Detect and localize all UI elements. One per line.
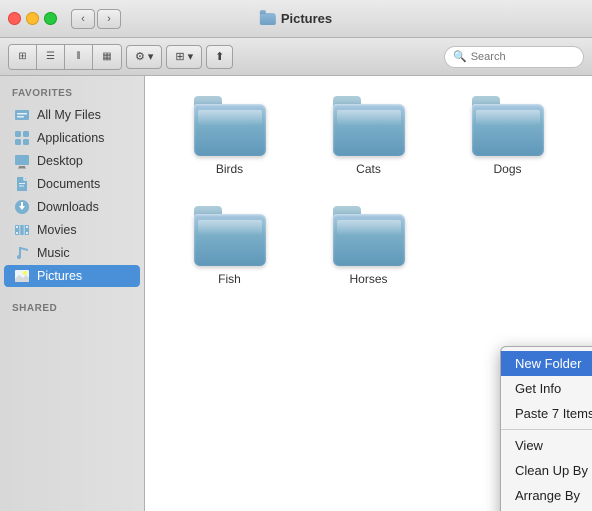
title-folder-icon [260,13,276,25]
arrange-by-label: Arrange By [515,488,580,503]
sidebar-item-downloads[interactable]: Downloads [4,196,140,218]
search-box[interactable]: 🔍 [444,46,584,68]
shared-section: Shared [0,299,144,318]
file-name: Fish [218,272,241,286]
folder-body [333,104,405,156]
list-view-button[interactable]: ☰ [37,45,65,69]
sidebar-item-pictures[interactable]: Pictures [4,265,140,287]
context-menu-paste-items[interactable]: Paste 7 Items [501,401,592,426]
file-item-fish[interactable]: Fish [165,206,294,286]
folder-body [194,214,266,266]
nav-buttons: ‹ › [71,9,121,29]
arrange-button[interactable]: ⊞ ▾ [166,45,202,69]
shared-label: Shared [0,299,144,318]
sidebar-item-label: Desktop [37,154,83,168]
gear-icon: ⚙ [135,50,145,63]
folder-body [194,104,266,156]
window-title: Pictures [260,11,332,26]
folder-body [472,104,544,156]
paste-items-label: Paste 7 Items [515,406,592,421]
column-view-button[interactable]: ⦀ [65,45,93,69]
title-label: Pictures [281,11,332,26]
minimize-button[interactable] [26,12,39,25]
close-button[interactable] [8,12,21,25]
sidebar-item-desktop[interactable]: Desktop [4,150,140,172]
context-menu-arrange-by[interactable]: Arrange By ▶ [501,483,592,508]
get-info-label: Get Info [515,381,561,396]
coverflow-view-button[interactable]: ▦ [93,45,121,69]
sidebar-item-label: All My Files [37,108,101,122]
view-label: View [515,438,543,453]
folder-icon [333,206,405,266]
file-name: Horses [349,272,387,286]
folder-shine [198,220,262,236]
share-button[interactable]: ⬆ [206,45,233,69]
downloads-icon [14,199,30,215]
main-content: Favorites All My Files Applications Desk… [0,76,592,511]
titlebar: ‹ › Pictures [0,0,592,38]
favorites-label: Favorites [0,84,144,103]
share-icon: ⬆ [215,50,224,63]
forward-button[interactable]: › [97,9,121,29]
arrange-icon: ⊞ [175,50,184,63]
back-button[interactable]: ‹ [71,9,95,29]
traffic-lights [8,12,57,25]
new-folder-label: New Folder [515,356,581,371]
folder-shine [476,110,540,126]
pictures-icon [14,268,30,284]
documents-icon [14,176,30,192]
movies-icon [14,222,30,238]
sidebar: Favorites All My Files Applications Desk… [0,76,145,511]
clean-up-by-label: Clean Up By [515,463,588,478]
folder-icon [333,96,405,156]
sidebar-item-label: Pictures [37,269,82,283]
sidebar-item-label: Documents [37,177,100,191]
file-item-birds[interactable]: Birds [165,96,294,176]
action-chevron: ▾ [148,50,154,63]
arrange-chevron: ▾ [188,50,194,63]
file-grid: Birds Cats Dogs [165,96,572,286]
folder-shine [337,220,401,236]
file-item-horses[interactable]: Horses [304,206,433,286]
sidebar-item-applications[interactable]: Applications [4,127,140,149]
context-menu-clean-up-by[interactable]: Clean Up By ▶ [501,458,592,483]
folder-icon [194,206,266,266]
music-icon [14,245,30,261]
desktop-icon [14,153,30,169]
context-menu-separator [501,429,592,430]
context-menu-view[interactable]: View ▶ [501,433,592,458]
file-name: Dogs [493,162,521,176]
folder-shine [198,110,262,126]
maximize-button[interactable] [44,12,57,25]
sidebar-item-label: Downloads [37,200,99,214]
search-input[interactable] [471,51,561,63]
sidebar-item-all-my-files[interactable]: All My Files [4,104,140,126]
sidebar-item-documents[interactable]: Documents [4,173,140,195]
sidebar-item-label: Movies [37,223,77,237]
toolbar: ⊞ ☰ ⦀ ▦ ⚙ ▾ ⊞ ▾ ⬆ 🔍 [0,38,592,76]
search-icon: 🔍 [453,50,467,63]
folder-icon [194,96,266,156]
folder-icon [472,96,544,156]
file-name: Birds [216,162,243,176]
file-item-cats[interactable]: Cats [304,96,433,176]
context-menu-get-info[interactable]: Get Info [501,376,592,401]
folder-shine [337,110,401,126]
applications-icon [14,130,30,146]
sidebar-item-label: Applications [37,131,104,145]
file-name: Cats [356,162,381,176]
all-my-files-icon [14,107,30,123]
sidebar-item-label: Music [37,246,70,260]
file-area: Birds Cats Dogs [145,76,592,511]
file-item-dogs[interactable]: Dogs [443,96,572,176]
folder-body [333,214,405,266]
view-buttons: ⊞ ☰ ⦀ ▦ [8,44,122,70]
sidebar-item-movies[interactable]: Movies [4,219,140,241]
sidebar-item-music[interactable]: Music [4,242,140,264]
context-menu: New Folder Get Info Paste 7 Items View ▶… [500,346,592,511]
icon-view-button[interactable]: ⊞ [9,45,37,69]
action-button[interactable]: ⚙ ▾ [126,45,162,69]
context-menu-new-folder[interactable]: New Folder [501,351,592,376]
